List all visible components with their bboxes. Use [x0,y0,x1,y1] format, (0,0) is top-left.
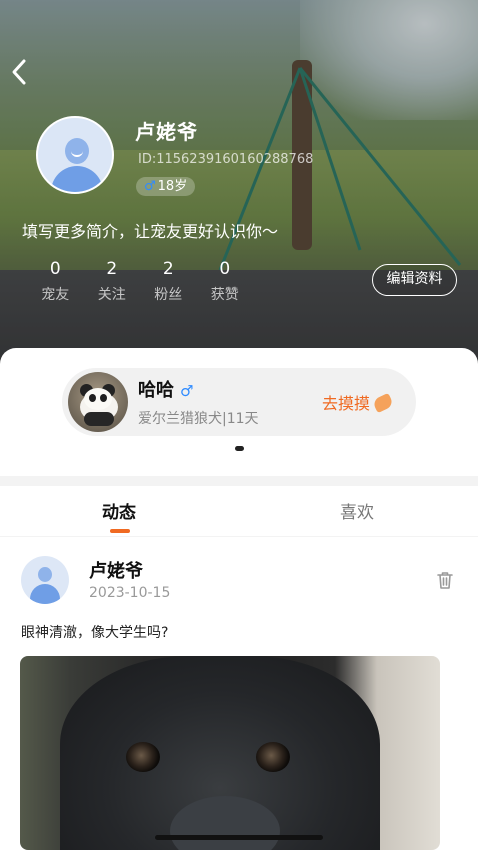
stat-label: 获赞 [210,287,239,303]
feed-post: 卢姥爷 2023-10-15 眼神清澈，像大学生吗? [0,537,478,850]
stat-value: 0 [219,259,231,279]
pet-touch-button[interactable]: 去摸摸 [322,390,395,414]
male-icon: ♂ [144,179,156,194]
edit-profile-button[interactable]: 编辑资料 [372,264,457,296]
active-tab-indicator [110,529,130,533]
dog-eye-shape [256,742,290,772]
trash-icon[interactable] [433,568,457,592]
tab-posts[interactable]: 动态 [102,498,136,523]
post-author-avatar[interactable] [21,556,69,604]
pet-section: 哈哈 ♂ 爱尔兰猎狼犬|11天 去摸摸 [0,348,478,476]
stat-label: 粉丝 [154,287,183,303]
hand-icon [371,392,395,414]
tab-likes[interactable]: 喜欢 [340,498,374,523]
post-date: 2023-10-15 [89,585,171,601]
panda-leg-shape [84,412,114,426]
home-indicator[interactable] [155,835,323,840]
carousel-indicator [235,446,244,451]
post-author-name: 卢姥爷 [89,561,143,582]
avatar-body-shape [30,584,60,604]
pet-breed-age: 爱尔兰猎狼犬|11天 [138,411,259,427]
user-bio[interactable]: 填写更多简介，让宠友更好认识你～ [22,218,278,242]
stat-label: 关注 [97,287,126,303]
back-arrow-icon[interactable] [8,58,32,86]
stat-pet-friends[interactable]: 0 宠友 [27,258,84,304]
stats-row: 0 宠友 2 关注 2 粉丝 0 获赞 [27,258,253,304]
pet-avatar [68,372,128,432]
post-image[interactable] [20,656,440,850]
stat-value: 0 [49,259,61,279]
pet-touch-label: 去摸摸 [322,394,371,413]
stat-following[interactable]: 2 关注 [84,258,141,304]
stat-followers[interactable]: 2 粉丝 [140,258,197,304]
age-text: 18岁 [157,179,188,194]
avatar-body-shape [51,166,103,192]
stat-value: 2 [106,259,118,279]
stat-value: 2 [162,259,174,279]
panda-eye-shape [89,394,96,402]
user-avatar[interactable] [36,116,114,194]
stat-likes[interactable]: 0 获赞 [197,258,254,304]
user-name: 卢姥爷 [135,120,198,144]
profile-header: 卢姥爷 ID:11562391601602887​68 ♂ 18岁 填写更多简介，… [0,0,478,372]
gender-age-badge: ♂ 18岁 [136,177,196,196]
stat-label: 宠友 [41,287,70,303]
user-id[interactable]: ID:11562391601602887​68 [138,152,313,167]
content-tabs: 动态 喜欢 [0,486,478,536]
pet-name: 哈哈 ♂ [138,376,193,402]
post-text: 眼神清澈，像大学生吗? [21,625,169,641]
pet-name-text: 哈哈 [138,380,174,401]
dog-eye-shape [126,742,160,772]
male-icon: ♂ [180,382,194,400]
panda-eye-shape [100,394,107,402]
pet-card[interactable]: 哈哈 ♂ 爱尔兰猎狼犬|11天 去摸摸 [62,368,416,436]
id-text: ID:11562391601602887​68 [138,152,314,167]
avatar-head-shape [38,567,52,582]
